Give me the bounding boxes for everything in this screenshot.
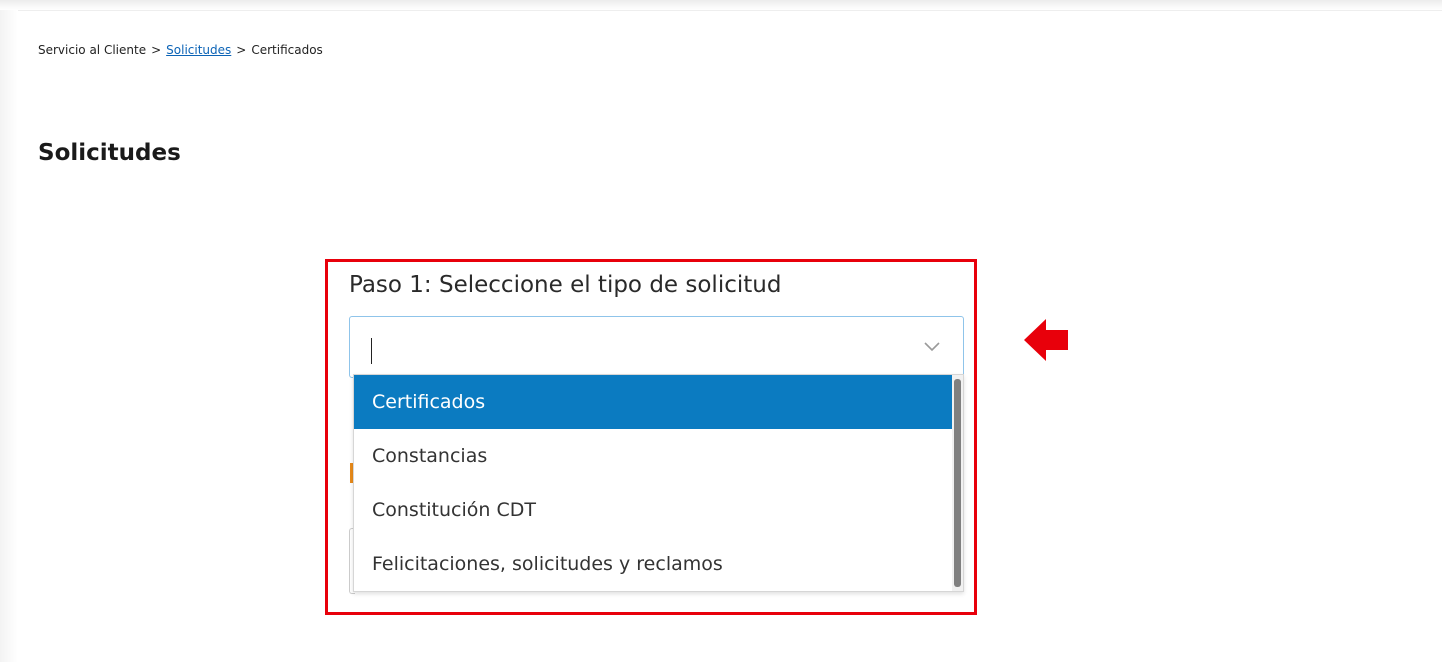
page-title: Solicitudes <box>38 140 181 166</box>
arrow-left-icon <box>1024 319 1068 361</box>
breadcrumb-link-solicitudes[interactable]: Solicitudes <box>166 43 231 57</box>
top-bar-shadow <box>0 0 1442 11</box>
breadcrumb-separator: > <box>236 43 247 57</box>
left-edge-shadow <box>0 10 18 662</box>
breadcrumb: Servicio al Cliente > Solicitudes > Certific… <box>38 43 323 57</box>
annotation-highlight-box <box>325 259 977 615</box>
page: Servicio al Cliente > Solicitudes > Certific… <box>0 0 1442 662</box>
breadcrumb-separator: > <box>151 43 162 57</box>
breadcrumb-current: Certificados <box>251 43 323 57</box>
breadcrumb-home: Servicio al Cliente <box>38 43 147 57</box>
